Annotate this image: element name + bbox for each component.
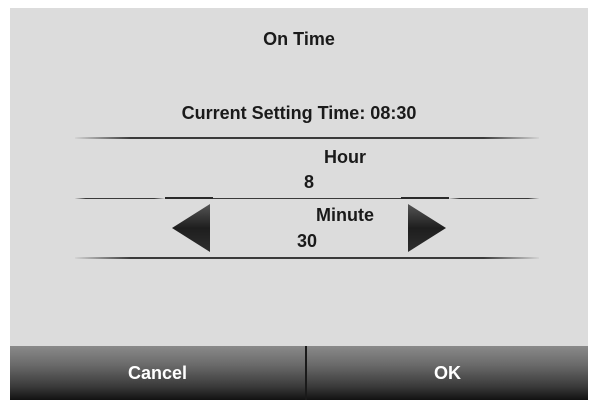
selection-marker: [165, 197, 213, 199]
right-arrow-icon: [408, 204, 446, 252]
minute-value[interactable]: 30: [297, 231, 317, 252]
dialog-panel: [10, 8, 588, 346]
separator-line: [75, 137, 539, 139]
decrement-button[interactable]: [166, 200, 214, 256]
minute-label: Minute: [316, 205, 374, 225]
separator-line: [213, 198, 401, 199]
increment-button[interactable]: [404, 200, 452, 256]
separator-line: [75, 257, 539, 259]
dialog-title: On Time: [263, 29, 335, 49]
cancel-button[interactable]: Cancel: [10, 346, 305, 400]
selection-marker: [401, 197, 449, 199]
separator-line: [449, 198, 539, 199]
separator-line: [75, 198, 165, 199]
ok-button[interactable]: OK: [307, 346, 588, 400]
hour-label: Hour: [324, 147, 366, 167]
footer-divider: [305, 346, 307, 400]
hour-value[interactable]: 8: [304, 172, 314, 193]
footer-bar: Cancel OK: [10, 346, 588, 400]
left-arrow-icon: [172, 204, 210, 252]
current-setting-text: Current Setting Time: 08:30: [181, 103, 417, 123]
